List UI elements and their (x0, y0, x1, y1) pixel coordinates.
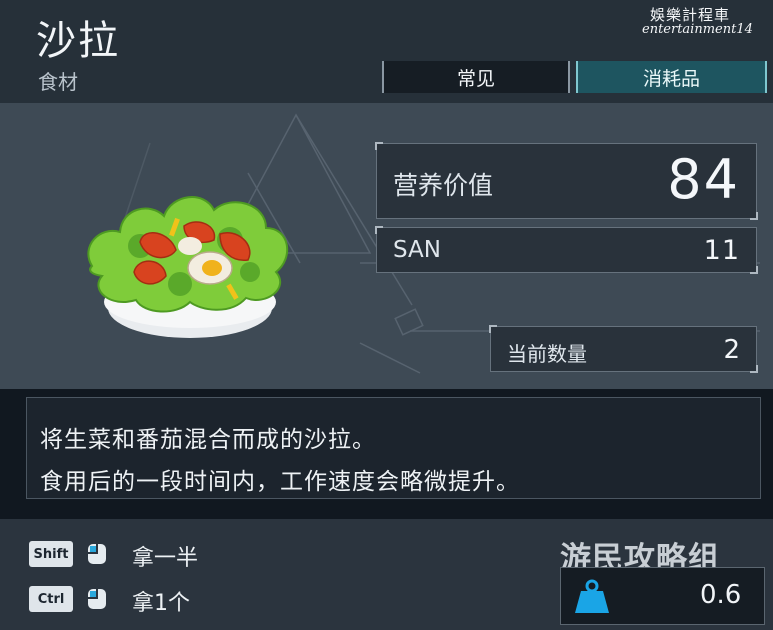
weight-value: 0.6 (700, 580, 742, 610)
mouse-icon (88, 589, 106, 609)
quantity-stat: 当前数量 2 (489, 325, 758, 373)
ctrl-key-hint: Ctrl (29, 586, 73, 612)
type-tag: 消耗品 (576, 61, 767, 93)
description-line: 将生菜和番茄混合而成的沙拉。 (40, 427, 376, 453)
mouse-icon (88, 544, 106, 564)
shift-key-hint: Shift (29, 541, 73, 567)
nutrition-stat: 营养价值 84 (375, 142, 758, 220)
item-title: 沙拉 (36, 18, 120, 64)
take-one-action[interactable]: 拿1个 (132, 585, 190, 617)
quantity-value: 2 (723, 335, 740, 365)
item-category: 食材 (38, 70, 78, 94)
nutrition-label: 营养价值 (393, 171, 494, 200)
watermark-subtext: entertainment14 (642, 22, 753, 37)
description-line: 食用后的一段时间内，工作速度会略微提升。 (40, 469, 520, 495)
take-half-action[interactable]: 拿一半 (132, 540, 198, 572)
san-stat: SAN 11 (375, 226, 758, 274)
san-value: 11 (703, 235, 740, 266)
rarity-tag: 常见 (382, 61, 570, 93)
salad-bowl-icon (87, 196, 289, 338)
nutrition-value: 84 (667, 148, 740, 211)
quantity-label: 当前数量 (507, 342, 587, 366)
weight-icon (575, 579, 609, 613)
san-label: SAN (393, 237, 441, 263)
